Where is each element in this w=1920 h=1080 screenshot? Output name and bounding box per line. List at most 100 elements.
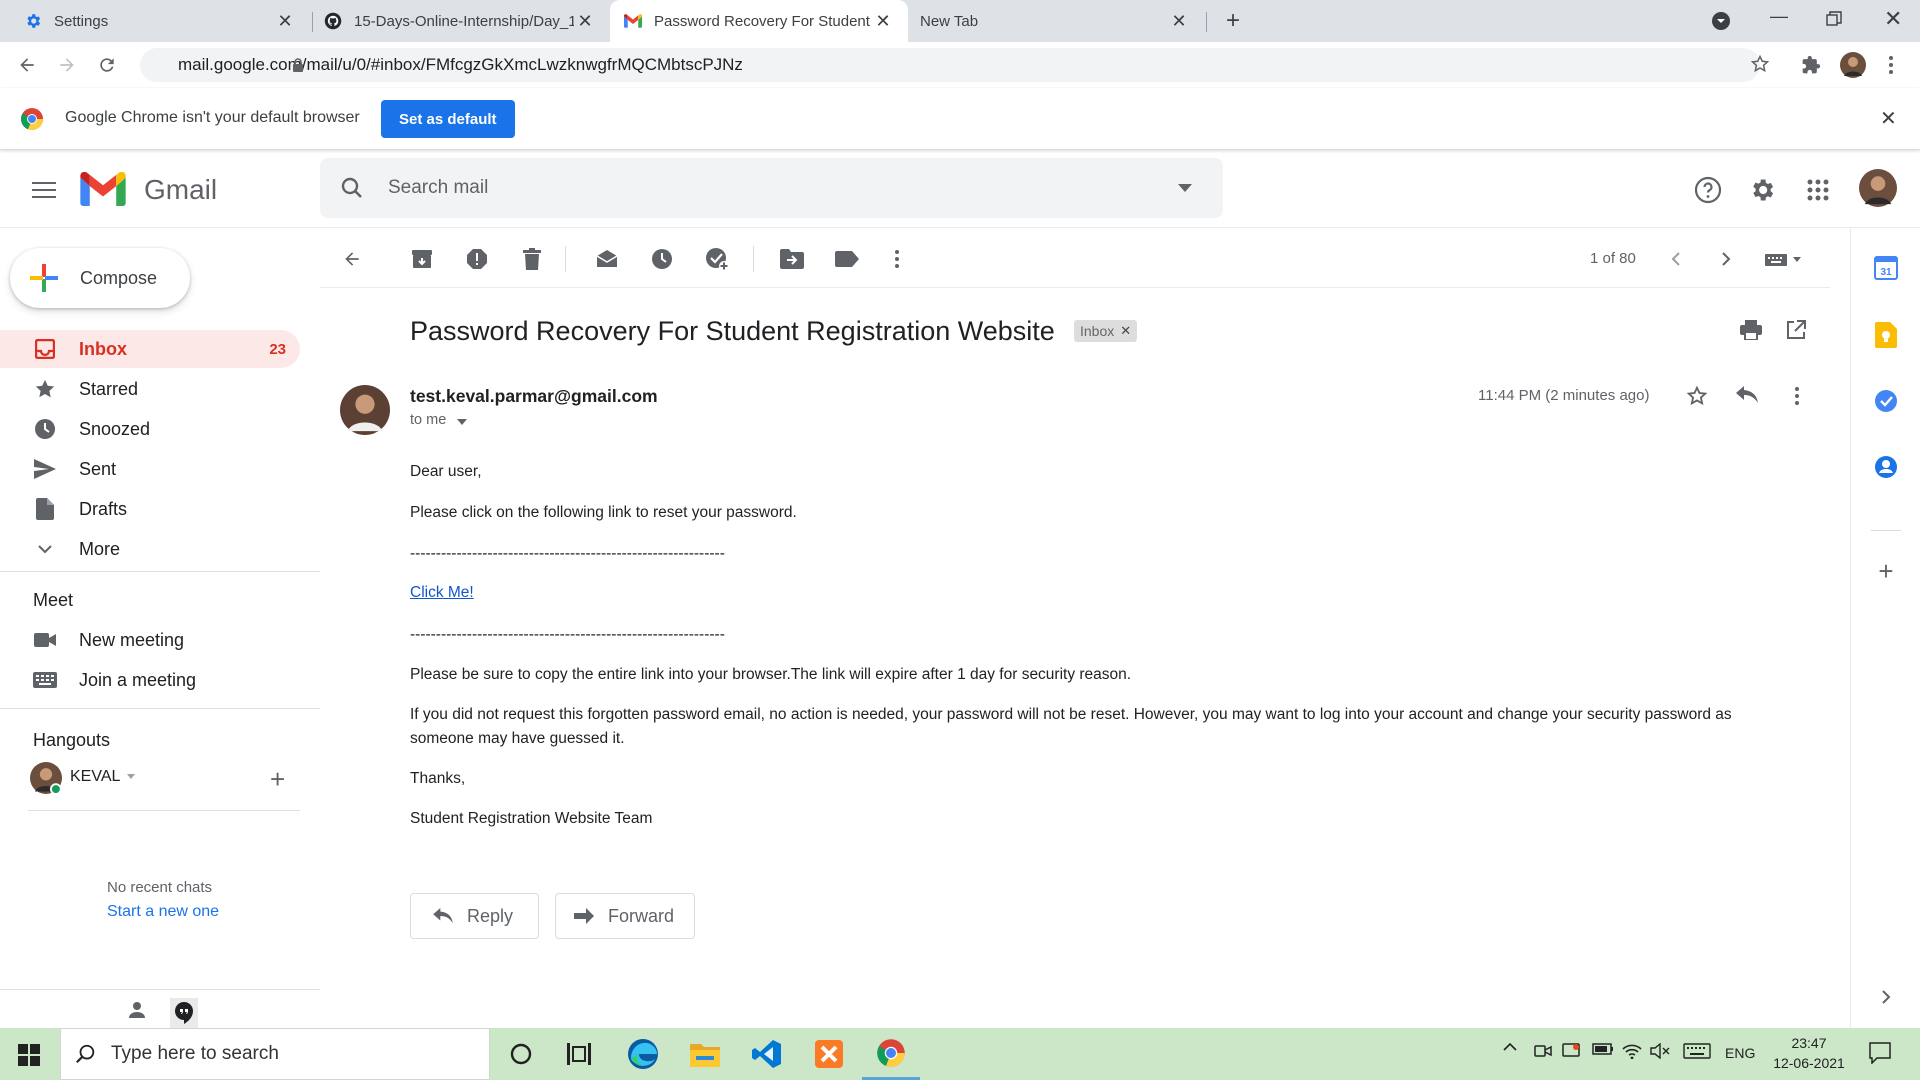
edge-browser-icon[interactable] (614, 1028, 672, 1080)
back-to-inbox-arrow-icon[interactable] (338, 245, 366, 273)
reset-password-link[interactable]: Click Me! (410, 584, 474, 602)
bookmark-star-icon[interactable] (1750, 54, 1770, 74)
sidebar-item-sent[interactable]: Sent (0, 450, 300, 488)
reload-icon[interactable] (92, 50, 122, 80)
tab-new-tab[interactable]: New Tab ✕ (908, 0, 1204, 42)
contacts-icon[interactable] (1871, 452, 1901, 482)
delete-trash-icon[interactable] (518, 245, 546, 273)
search-icon[interactable] (340, 176, 364, 200)
gmail-logo-icon[interactable] (80, 172, 126, 206)
tab-settings[interactable]: Settings ✕ (0, 0, 310, 42)
newer-chevron-left-icon[interactable] (1662, 245, 1690, 273)
caret-down-icon[interactable] (127, 774, 135, 779)
label-tag-icon[interactable] (833, 245, 861, 273)
close-icon[interactable]: ✕ (872, 10, 894, 32)
taskbar-search-box[interactable]: Type here to search (60, 1028, 490, 1080)
restore-icon[interactable] (1826, 11, 1842, 27)
tab-search-icon[interactable] (1711, 11, 1731, 31)
action-center-icon[interactable] (1869, 1042, 1891, 1064)
sidebar-item-snoozed[interactable]: Snoozed (0, 410, 300, 448)
lock-icon[interactable] (292, 58, 304, 72)
compose-button[interactable]: Compose (10, 248, 190, 308)
report-spam-icon[interactable] (463, 245, 491, 273)
file-explorer-folder-icon[interactable] (676, 1028, 734, 1080)
task-view-icon[interactable] (550, 1028, 608, 1080)
start-new-chat-link[interactable]: Start a new one (107, 903, 219, 921)
hangouts-user-name[interactable]: KEVAL (70, 768, 120, 786)
sidebar-item-more[interactable]: More (0, 530, 300, 568)
snooze-clock-icon[interactable] (648, 245, 676, 273)
taskbar-search-input[interactable]: Type here to search (111, 1043, 279, 1065)
move-to-folder-icon[interactable] (778, 245, 806, 273)
sidebar-item-inbox[interactable]: Inbox 23 (0, 330, 300, 368)
sidebar-item-starred[interactable]: Starred (0, 370, 300, 408)
xampp-icon[interactable] (800, 1028, 858, 1080)
notification-app-icon[interactable] (1562, 1043, 1580, 1059)
add-to-tasks-icon[interactable] (703, 245, 731, 273)
message-more-options-icon[interactable] (1795, 387, 1799, 405)
inbox-label-chip[interactable]: Inbox ✕ (1074, 320, 1138, 342)
show-side-panel-chevron-icon[interactable] (1871, 982, 1901, 1012)
tasks-icon[interactable] (1871, 386, 1901, 416)
recipient-details-caret-icon[interactable] (457, 419, 467, 425)
settings-gear-icon[interactable] (1742, 170, 1782, 210)
back-arrow-icon[interactable] (12, 50, 42, 80)
profile-avatar[interactable] (1838, 50, 1868, 80)
tab-github[interactable]: 15-Days-Online-Internship/Day_1 ✕ (312, 0, 610, 42)
calendar-icon[interactable]: 31 (1871, 253, 1901, 283)
remove-label-icon[interactable]: ✕ (1120, 323, 1131, 339)
search-options-icon[interactable] (1178, 184, 1192, 192)
account-avatar[interactable] (1858, 168, 1898, 208)
open-in-new-window-icon[interactable] (1786, 320, 1806, 340)
archive-icon[interactable] (408, 245, 436, 273)
sidebar-item-drafts[interactable]: Drafts (0, 490, 300, 528)
add-chat-plus-icon[interactable]: + (270, 764, 285, 795)
meet-now-icon[interactable] (1534, 1043, 1552, 1059)
reply-arrow-icon[interactable] (1736, 386, 1758, 404)
vscode-icon[interactable] (738, 1028, 796, 1080)
person-icon[interactable] (128, 1001, 146, 1019)
forward-arrow-icon[interactable] (52, 50, 82, 80)
close-icon[interactable]: ✕ (1168, 10, 1190, 32)
cortana-circle-icon[interactable] (492, 1028, 550, 1080)
star-email-icon[interactable] (1686, 385, 1708, 407)
get-addons-plus-icon[interactable]: + (1871, 556, 1901, 586)
windows-start-icon[interactable] (18, 1044, 40, 1066)
show-hidden-icons-chevron-icon[interactable] (1503, 1042, 1517, 1052)
more-options-icon[interactable] (883, 245, 911, 273)
chrome-taskbar-icon[interactable] (862, 1028, 920, 1080)
search-bar[interactable]: Search mail (320, 158, 1223, 218)
volume-muted-icon[interactable] (1650, 1043, 1670, 1059)
minimize-icon[interactable]: — (1770, 6, 1788, 27)
hangouts-user-avatar[interactable] (30, 762, 62, 794)
address-bar[interactable]: mail.google.com/mail/u/0/#inbox/FMfcgzGk… (140, 48, 1770, 82)
touch-keyboard-icon[interactable] (1683, 1043, 1711, 1059)
system-clock[interactable]: 23:47 12-06-2021 (1766, 1035, 1852, 1071)
new-meeting-item[interactable]: New meeting (0, 621, 300, 659)
tab-gmail[interactable]: Password Recovery For Student R ✕ (610, 0, 908, 42)
apps-grid-icon[interactable] (1798, 170, 1838, 210)
search-input[interactable]: Search mail (388, 177, 488, 199)
close-icon[interactable]: ✕ (574, 10, 596, 32)
join-meeting-item[interactable]: Join a meeting (0, 661, 300, 699)
reply-button[interactable]: Reply (410, 893, 539, 939)
print-icon[interactable] (1740, 320, 1762, 340)
close-icon[interactable]: ✕ (274, 10, 296, 32)
help-icon[interactable] (1688, 170, 1728, 210)
chrome-menu-icon[interactable] (1876, 50, 1906, 80)
wifi-icon[interactable] (1622, 1043, 1642, 1059)
keep-icon[interactable] (1871, 320, 1901, 350)
extensions-puzzle-icon[interactable] (1796, 50, 1826, 80)
mark-as-unread-icon[interactable] (593, 245, 621, 273)
sender-avatar[interactable] (340, 385, 390, 435)
infobar-close-icon[interactable]: ✕ (1880, 106, 1897, 131)
battery-icon[interactable] (1592, 1043, 1614, 1055)
new-tab-button[interactable]: + (1221, 7, 1245, 34)
hangouts-chat-icon[interactable] (170, 998, 198, 1028)
window-close-icon[interactable]: ✕ (1884, 6, 1902, 32)
set-as-default-button[interactable]: Set as default (381, 100, 515, 138)
main-menu-icon[interactable] (24, 170, 64, 210)
sender-email[interactable]: test.keval.parmar@gmail.com (410, 386, 658, 407)
input-tools-keyboard-icon[interactable] (1760, 245, 1810, 273)
forward-button[interactable]: Forward (555, 893, 695, 939)
